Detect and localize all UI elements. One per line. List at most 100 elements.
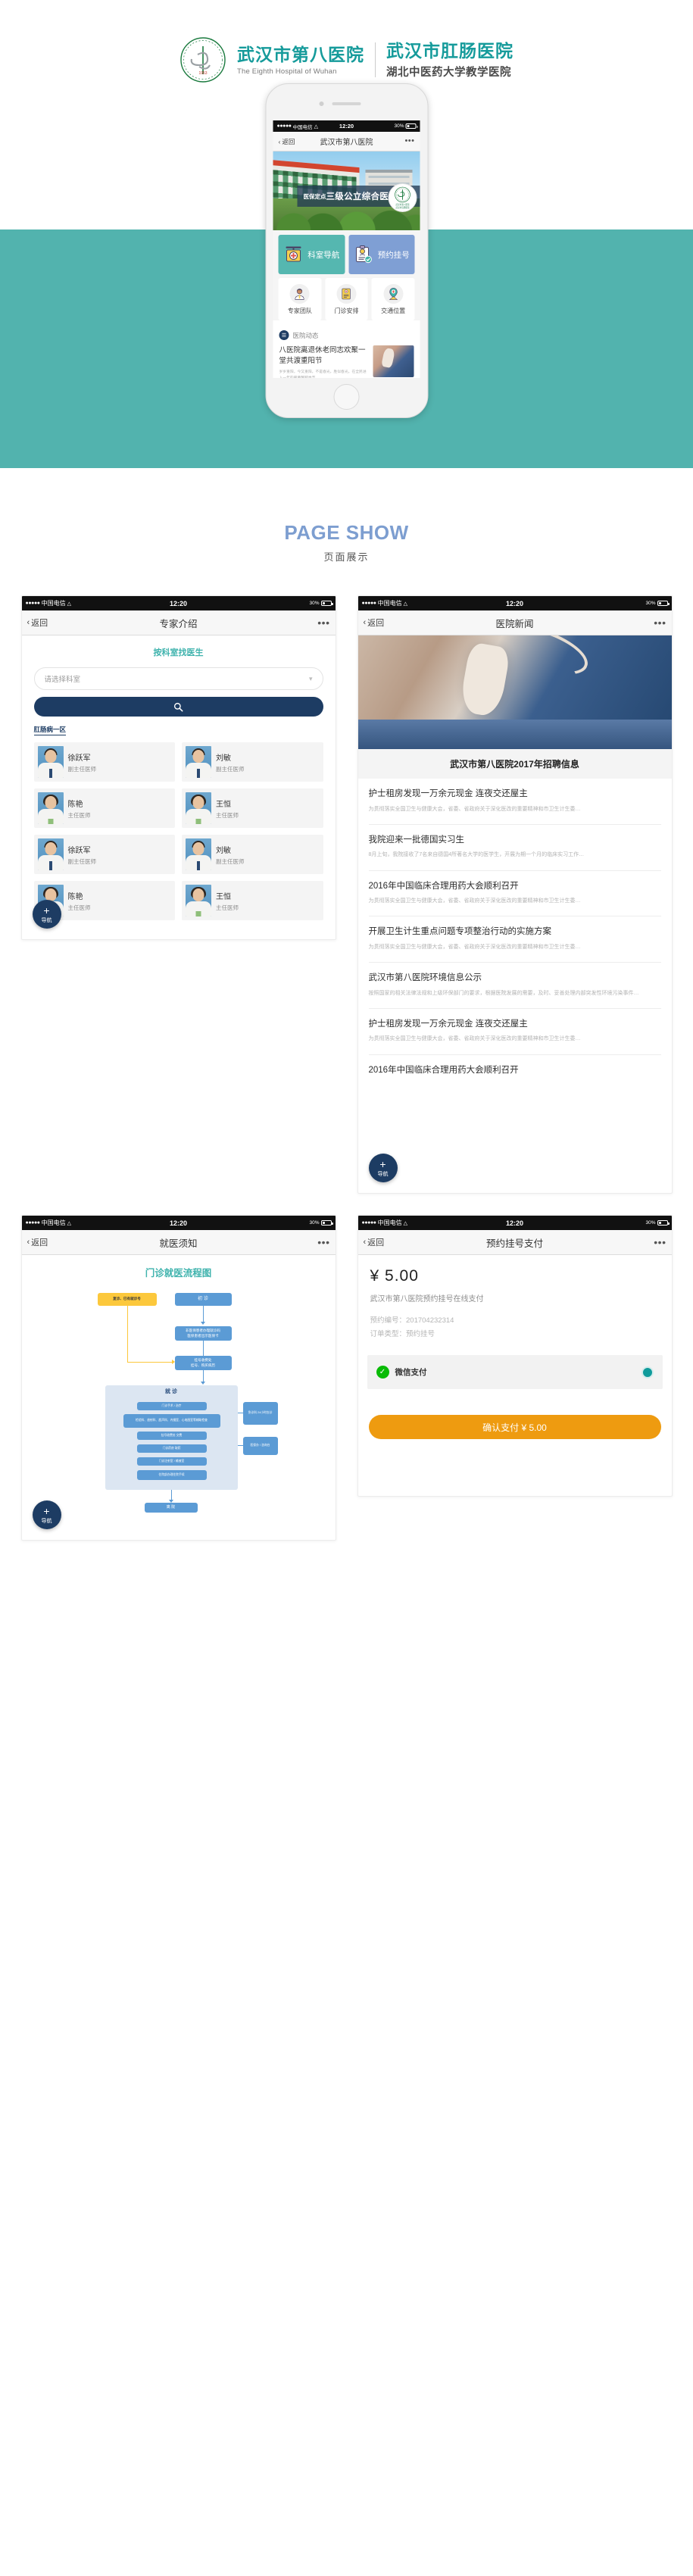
doctor-card[interactable]: 徐跃军 副主任医师 (33, 835, 175, 874)
payment-method-radio[interactable] (641, 1366, 654, 1379)
page-root: 1953 武汉市第八医院 The Eighth Hospital of Wuha… (0, 0, 693, 2576)
banner-seal-line1: 武汉市第八医院 (395, 203, 410, 206)
tile-department-navigation[interactable]: 科室导航 (278, 235, 345, 274)
order-number-row: 预约编号：201704232314 (370, 1314, 660, 1328)
screen-appointment-payment: ●●●●● 中国电信 △ 12:20 30% ‹ 返回 预约挂号支付 ••• ¥… (357, 1215, 673, 1497)
battery-percent: 30% (394, 123, 404, 129)
flow-arrow (202, 1341, 204, 1357)
doctor-grid: 徐跃军 副主任医师 刘敏 副主任医师 陈艳 主任医师 王恒 主任医师 徐跃军 副… (33, 742, 323, 920)
chevron-left-icon: ‹ (363, 1238, 367, 1247)
news-list-item[interactable]: 护士租房发现一万余元现金 连夜交还屋主 为贯彻落实全国卫生与健康大会，省委、省政… (368, 779, 661, 825)
home-button[interactable] (333, 384, 360, 410)
more-dots-icon[interactable]: ••• (317, 1236, 329, 1247)
phone-speaker (332, 102, 361, 105)
payment-method-wechat[interactable]: ✓ 微信支付 (367, 1355, 663, 1390)
doctor-title: 副主任医师 (216, 857, 245, 865)
back-label: 返回 (31, 619, 48, 628)
screen-visit-guide: ●●●●● 中国电信 △ 12:20 30% ‹ 返回 就医须知 ••• 门诊就… (20, 1215, 336, 1541)
news-list-item[interactable]: 2016年中国临床合理用药大会顺利召开 为贯彻落实全国卫生与健康大会，省委、省政… (368, 871, 661, 917)
navigation-fab[interactable]: + 导航 (368, 1154, 398, 1182)
doctor-card[interactable]: 刘敏 副主任医师 (182, 835, 323, 874)
battery-icon (405, 123, 418, 129)
tile-clinic-schedule[interactable]: 门诊安排 (325, 278, 368, 320)
doctor-card[interactable]: 王恒 主任医师 (182, 788, 323, 828)
order-number-value: 201704232314 (406, 1316, 454, 1325)
status-bar-right: 30% (645, 601, 670, 606)
back-button[interactable]: ‹ 返回 (279, 137, 295, 146)
back-button[interactable]: ‹ 返回 (364, 617, 385, 629)
tile-traffic-location[interactable]: 交通位置 (371, 278, 415, 320)
doctor-icon (289, 283, 310, 304)
payment-amount: ¥ 5.00 (370, 1267, 660, 1285)
plus-icon: + (43, 904, 50, 916)
status-bar-left: ●●●●● 中国电信 △ (26, 1219, 72, 1227)
department-select[interactable]: 请选择科室 ▾ (33, 667, 323, 690)
carrier-label: 中国电信 (377, 1219, 402, 1226)
news-list-item[interactable]: 护士租房发现一万余元现金 连夜交还屋主 为贯彻落实全国卫生与健康大会，省委、省政… (368, 1009, 661, 1055)
news-list-item[interactable]: 武汉市第八医院环境信息公示 按照国家的相关法律法规和上级环保部门的要求，根据医院… (368, 963, 661, 1009)
page-title: 武汉市第八医院 (320, 139, 373, 147)
status-bar-left: ●●●●● 中国电信 △ (26, 599, 72, 607)
payment-method-label: 微信支付 (395, 1368, 427, 1378)
hospital-sub-name-cn: 湖北中医药大学教学医院 (386, 65, 511, 79)
more-dots-icon[interactable]: ••• (404, 137, 414, 145)
news-list-item[interactable]: 八医院离退休老同志欢聚一堂共渡重阳节 岁岁重阳，今又重阳，不是春光，胜似春光。在… (279, 345, 414, 378)
more-dots-icon[interactable]: ••• (654, 617, 666, 628)
carrier-label: 中国电信 (377, 600, 402, 607)
flow-node-register-code: 非医保患者办理就诊码 医保患者出示医保卡 (174, 1326, 232, 1341)
chevron-left-icon: ‹ (27, 1238, 30, 1247)
confirm-payment-button[interactable]: 确认支付 ¥ 5.00 (368, 1415, 661, 1440)
chevron-left-icon: ‹ (363, 618, 367, 627)
navigation-fab[interactable]: + 导航 (32, 1500, 61, 1529)
doctor-info: 刘敏 副主任医师 (216, 844, 245, 866)
hospital-sheet (357, 720, 672, 749)
order-number-label: 预约编号： (370, 1316, 407, 1325)
fab-label: 导航 (41, 917, 52, 923)
back-button[interactable]: ‹ 返回 (27, 617, 48, 629)
doctor-card[interactable]: 陈艳 主任医师 (33, 788, 175, 828)
doctor-name: 陈艳 (67, 800, 83, 809)
news-title: 2016年中国临床合理用药大会顺利召开 (368, 881, 519, 891)
battery-percent: 30% (309, 1220, 320, 1226)
navigation-fab[interactable]: + 导航 (32, 900, 61, 929)
fab-label: 导航 (41, 1518, 52, 1524)
flow-node-exam-title: 门诊手术 / 治疗 (136, 1402, 207, 1410)
payment-meta: 预约编号：201704232314 订单类型：预约挂号 (370, 1314, 660, 1341)
featured-news-title[interactable]: 武汉市第八医院2017年招聘信息 (357, 749, 672, 779)
flow-arrowhead (200, 1322, 205, 1325)
more-dots-icon[interactable]: ••• (317, 617, 329, 628)
more-dots-icon[interactable]: ••• (654, 1236, 666, 1247)
page-title: 医院新闻 (495, 618, 534, 629)
hospital-news-section: ☰ 医院动态 八医院离退休老同志欢聚一堂共渡重阳节 岁岁重阳，今又重阳，不是春光… (273, 325, 420, 378)
news-item-body: 八医院离退休老同志欢聚一堂共渡重阳节 岁岁重阳，今又重阳，不是春光，胜似春光。在… (279, 345, 368, 378)
news-list-item[interactable]: 开展卫生计生重点问题专项整治行动的实施方案 为贯彻落实全国卫生与健康大会，省委、… (368, 916, 661, 963)
news-list-item[interactable]: 2016年中国临床合理用药大会顺利召开 (369, 1055, 661, 1087)
status-bar: ●●●●● 中国电信 △ 12:20 30% (21, 1216, 336, 1230)
battery-icon (657, 1220, 670, 1226)
back-button[interactable]: ‹ 返回 (364, 1236, 385, 1248)
doctor-card[interactable]: 徐跃军 副主任医师 (33, 742, 175, 782)
tile-expert-team[interactable]: 专家团队 (278, 278, 322, 320)
flow-node-injection: 门诊注射室 / 输液室 (136, 1457, 207, 1466)
status-time: 12:20 (505, 1219, 524, 1227)
chevron-left-icon: ‹ (278, 137, 281, 145)
tile-label: 交通位置 (381, 307, 406, 314)
phone-bottom-bezel (266, 378, 427, 417)
doctor-info: 陈艳 主任医师 (68, 890, 91, 912)
tile-appointment-booking[interactable]: 预约挂号 (348, 235, 415, 274)
flow-node-emergency: 急诊科 24小时应诊 (242, 1402, 278, 1425)
doctor-title: 主任医师 (67, 811, 91, 819)
doctor-card[interactable]: 王恒 主任医师 (182, 881, 323, 920)
battery-percent: 30% (645, 1220, 656, 1226)
wifi-icon: △ (67, 1220, 72, 1226)
news-desc: 为贯彻落实全国卫生与健康大会，省委、省政府关于深化医改的重要精神和市卫生计生委… (368, 944, 581, 950)
signal-dots-icon: ●●●●● (25, 601, 41, 606)
news-list-item[interactable]: 我院迎来一批德国实习生 8月上旬，我院接收了7名来自德国4所著名大学的医学生，开… (368, 825, 661, 871)
flow-arrow (202, 1370, 204, 1382)
doctor-card[interactable]: 刘敏 副主任医师 (182, 742, 323, 782)
search-button[interactable] (33, 697, 323, 717)
doctor-name: 陈艳 (67, 892, 83, 901)
news-item-thumbnail (373, 345, 414, 377)
flow-node-pharmacy: 门诊药房 取药 (136, 1444, 207, 1453)
back-button[interactable]: ‹ 返回 (27, 1236, 48, 1248)
